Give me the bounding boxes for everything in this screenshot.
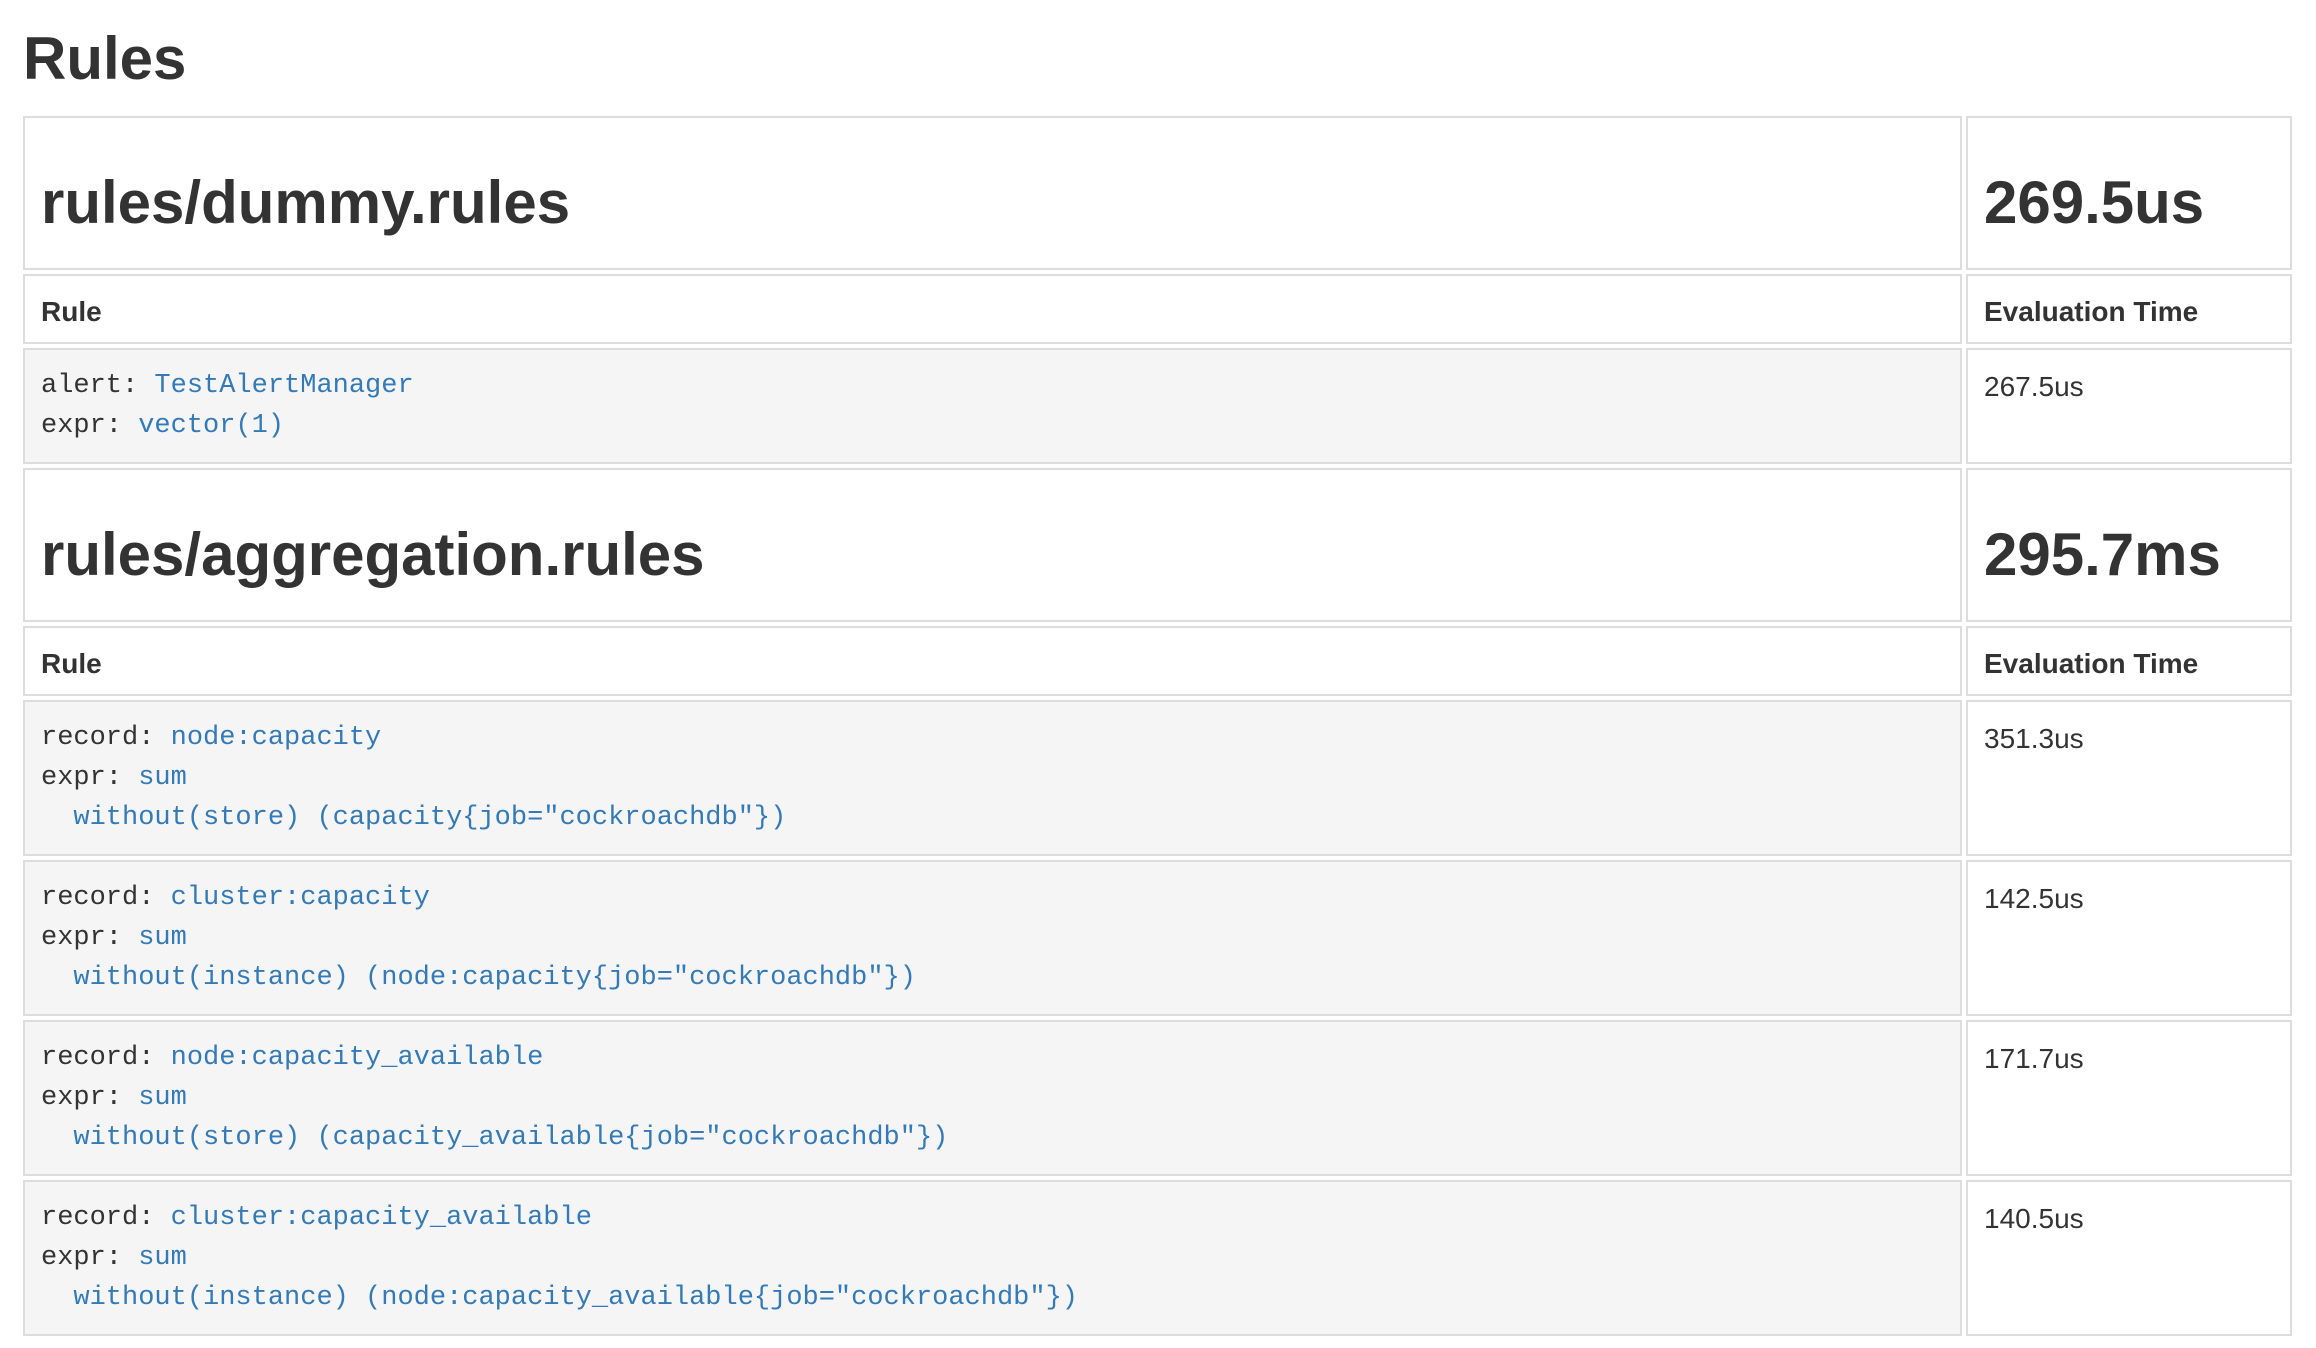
code-text: record:: [41, 723, 171, 753]
rule-eval-time: 142.5us: [1966, 860, 2292, 1016]
code-text: expr:: [41, 1243, 138, 1273]
record-name-link[interactable]: cluster:capacity_available: [171, 1203, 592, 1233]
expr-link[interactable]: without(instance) (node:capacity_availab…: [41, 1283, 1078, 1313]
rules-file-cell: rules/aggregation.rules: [23, 468, 1962, 622]
code-text: record:: [41, 883, 171, 913]
rule-code-cell: record: cluster:capacity_available expr:…: [23, 1180, 1962, 1336]
rule-code-cell: record: cluster:capacity expr: sum witho…: [23, 860, 1962, 1016]
code-text: alert:: [41, 371, 154, 401]
rule-row: record: node:capacity_available expr: su…: [23, 1020, 2292, 1176]
time-column-header: Evaluation Time: [1966, 626, 2292, 696]
rules-file-name: rules/dummy.rules: [41, 170, 1944, 236]
expr-link[interactable]: sum: [138, 763, 187, 793]
expr-link[interactable]: without(store) (capacity_available{job="…: [41, 1123, 948, 1153]
rule-eval-time: 171.7us: [1966, 1020, 2292, 1176]
record-name-link[interactable]: node:capacity_available: [171, 1043, 544, 1073]
rule-eval-time: 351.3us: [1966, 700, 2292, 856]
expr-link[interactable]: sum: [138, 1083, 187, 1113]
rules-page: { "page_title": "Rules", "colors": { "li…: [0, 26, 2316, 1348]
rule-group-header-row: rules/aggregation.rules 295.7ms: [23, 468, 2292, 622]
rule-code-cell: alert: TestAlertManager expr: vector(1): [23, 348, 1962, 464]
code-text: record:: [41, 1203, 171, 1233]
rule-row: record: cluster:capacity_available expr:…: [23, 1180, 2292, 1336]
rule-row: record: cluster:capacity expr: sum witho…: [23, 860, 2292, 1016]
rules-file-cell: rules/dummy.rules: [23, 116, 1962, 270]
expr-link[interactable]: sum: [138, 923, 187, 953]
group-eval-time: 295.7ms: [1984, 522, 2274, 588]
rule-code: record: node:capacity_available expr: su…: [41, 1038, 1944, 1158]
alert-name-link[interactable]: TestAlertManager: [154, 371, 413, 401]
rules-file-name: rules/aggregation.rules: [41, 522, 1944, 588]
code-text: record:: [41, 1043, 171, 1073]
time-column-header: Evaluation Time: [1966, 274, 2292, 344]
rule-group-header-row: rules/dummy.rules 269.5us: [23, 116, 2292, 270]
rule-column-header: Rule: [23, 626, 1962, 696]
expr-link[interactable]: without(instance) (node:capacity{job="co…: [41, 963, 916, 993]
code-text: expr:: [41, 1083, 138, 1113]
rule-code: alert: TestAlertManager expr: vector(1): [41, 366, 1944, 446]
record-name-link[interactable]: cluster:capacity: [171, 883, 430, 913]
rule-column-header: Rule: [23, 274, 1962, 344]
rules-table-body: rules/dummy.rules269.5usRuleEvaluation T…: [23, 116, 2292, 1336]
group-eval-time: 269.5us: [1984, 170, 2274, 236]
rule-row: record: node:capacity expr: sum without(…: [23, 700, 2292, 856]
column-header-row: RuleEvaluation Time: [23, 626, 2292, 696]
record-name-link[interactable]: node:capacity: [171, 723, 382, 753]
rule-code: record: node:capacity expr: sum without(…: [41, 718, 1944, 838]
rule-eval-time: 267.5us: [1966, 348, 2292, 464]
page-title: Rules: [23, 26, 2316, 92]
column-header-row: RuleEvaluation Time: [23, 274, 2292, 344]
rule-code: record: cluster:capacity_available expr:…: [41, 1198, 1944, 1318]
code-text: expr:: [41, 923, 138, 953]
expr-link[interactable]: sum: [138, 1243, 187, 1273]
rule-code-cell: record: node:capacity_available expr: su…: [23, 1020, 1962, 1176]
expr-link[interactable]: vector(1): [138, 411, 284, 441]
rule-code: record: cluster:capacity expr: sum witho…: [41, 878, 1944, 998]
rule-eval-time: 140.5us: [1966, 1180, 2292, 1336]
rules-table: rules/dummy.rules269.5usRuleEvaluation T…: [19, 112, 2296, 1340]
group-eval-time-cell: 295.7ms: [1966, 468, 2292, 622]
expr-link[interactable]: without(store) (capacity{job="cockroachd…: [41, 803, 786, 833]
rule-row: alert: TestAlertManager expr: vector(1) 2…: [23, 348, 2292, 464]
rule-code-cell: record: node:capacity expr: sum without(…: [23, 700, 1962, 856]
group-eval-time-cell: 269.5us: [1966, 116, 2292, 270]
code-text: expr:: [41, 411, 138, 441]
code-text: expr:: [41, 763, 138, 793]
